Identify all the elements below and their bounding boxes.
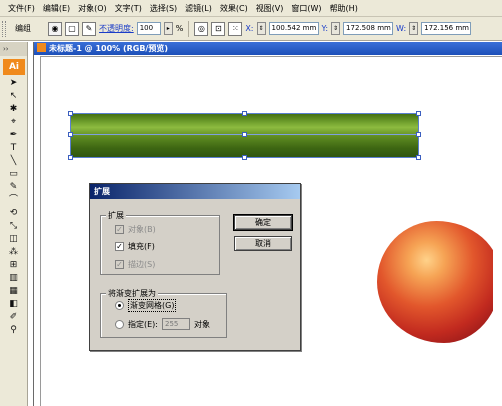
object-checkbox[interactable]: ✓ [115, 225, 124, 234]
artboard-edge-horizontal [40, 56, 502, 57]
handle-bottom-center[interactable] [242, 155, 247, 160]
stroke-checkbox-label: 描边(S) [128, 260, 156, 269]
illustrator-logo: Ai [3, 59, 25, 75]
x-spinner-icon[interactable]: ⇕ [256, 22, 266, 35]
align-icon[interactable]: ⊡ [211, 21, 226, 36]
dialog-title[interactable]: 扩展 [90, 184, 300, 199]
tools-panel: ›› Ai ➤ ↖ ✱ ⌖ ✒ T ╲ ▭ ✎ ⌒ ⟲ ⤡ ◫ ⁂ ⊞ ▥ ▦ … [0, 42, 28, 406]
scale-tool-icon[interactable]: ⤡ [4, 220, 24, 233]
x-label: X: [245, 24, 254, 33]
ok-button[interactable]: 确定 [233, 214, 293, 231]
lasso-tool-icon[interactable]: ⌖ [4, 116, 24, 129]
handle-middle-left[interactable] [68, 132, 73, 137]
handle-top-left[interactable] [68, 111, 73, 116]
menu-help[interactable]: 帮助(H) [326, 3, 362, 14]
menu-effect[interactable]: 效果(C) [216, 3, 252, 14]
opacity-dropdown-icon[interactable]: ▸ [163, 22, 173, 35]
control-bar: 编组 ◉ ▢ ✎ 不透明度: 100 ▸ % ◎ ⊡ ⁙ X: ⇕ 100.54… [0, 17, 502, 41]
menu-bar: 文件(F) 编辑(E) 对象(O) 文字(T) 选择(S) 滤镜(L) 效果(C… [0, 0, 502, 17]
document-title: 未标题-1 @ 100% (RGB/预览) [49, 44, 169, 53]
blend-tool-icon[interactable]: ⚲ [4, 324, 24, 337]
handle-top-right[interactable] [416, 111, 421, 116]
w-spinner-icon[interactable]: ⇕ [409, 22, 419, 35]
fill-swatch-icon[interactable]: ◉ [48, 21, 62, 36]
gradient-mesh-radio[interactable] [115, 301, 124, 310]
paintbrush-tool-icon[interactable]: ✎ [4, 181, 24, 194]
style-icon[interactable]: ◎ [194, 21, 209, 36]
rectangle-tool-icon[interactable]: ▭ [4, 168, 24, 181]
type-tool-icon[interactable]: T [4, 142, 24, 155]
stroke-swatch-icon[interactable]: ▢ [65, 21, 79, 36]
menu-view[interactable]: 视图(V) [252, 3, 288, 14]
gradient-expand-group-label: 将渐变扩展为 [106, 288, 158, 299]
pen-tool-icon[interactable]: ✒ [4, 129, 24, 142]
specify-objects-input[interactable]: 255 [162, 318, 190, 330]
x-input[interactable]: 100.542 mm [268, 22, 319, 35]
eyedropper-tool-icon[interactable]: ✐ [4, 311, 24, 324]
y-label: Y: [321, 24, 329, 33]
handle-middle-right[interactable] [416, 132, 421, 137]
fill-checkbox-row: ✓ 填充(F) [115, 241, 155, 252]
direct-selection-tool-icon[interactable]: ↖ [4, 90, 24, 103]
stroke-checkbox[interactable]: ✓ [115, 260, 124, 269]
column-graph-tool-icon[interactable]: ▥ [4, 272, 24, 285]
menu-window[interactable]: 窗口(W) [287, 3, 325, 14]
mesh-tool-icon[interactable]: ⊞ [4, 259, 24, 272]
reference-point-icon[interactable]: ⁙ [228, 21, 243, 36]
specify-radio-label: 指定(E): [128, 319, 158, 329]
menu-object[interactable]: 对象(O) [74, 3, 111, 14]
menu-edit[interactable]: 编辑(E) [39, 3, 74, 14]
opacity-input[interactable]: 100 [136, 22, 161, 35]
rotate-tool-icon[interactable]: ⟲ [4, 207, 24, 220]
magic-wand-tool-icon[interactable]: ✱ [4, 103, 24, 116]
document-icon [37, 43, 46, 52]
window-edge [493, 221, 502, 351]
selection-type-label: 编组 [15, 24, 31, 33]
brush-icon[interactable]: ✎ [82, 21, 96, 36]
menu-type[interactable]: 文字(T) [111, 3, 146, 14]
menu-select[interactable]: 选择(S) [146, 3, 181, 14]
specify-unit-label: 对象 [194, 319, 210, 329]
expand-group-label: 扩展 [106, 210, 126, 221]
divider [188, 20, 190, 37]
handle-bottom-right[interactable] [416, 155, 421, 160]
fill-checkbox-label: 填充(F) [128, 242, 155, 251]
handle-center[interactable] [242, 132, 247, 137]
menu-file[interactable]: 文件(F) [4, 3, 39, 14]
gradient-tool-icon[interactable]: ◧ [4, 298, 24, 311]
specify-radio-row: 指定(E): 255 对象 [115, 318, 210, 330]
gradient-mesh-radio-row: 渐变网格(G) [115, 299, 177, 312]
specify-radio[interactable] [115, 319, 124, 329]
y-input[interactable]: 172.508 mm [343, 22, 394, 35]
gradient-mesh-radio-label: 渐变网格(G) [128, 299, 177, 312]
warp-tool-icon[interactable]: ◫ [4, 233, 24, 246]
object-checkbox-label: 对象(B) [128, 225, 156, 234]
symbol-sprayer-tool-icon[interactable]: ⁂ [4, 246, 24, 259]
selection-tool-icon[interactable]: ➤ [4, 77, 24, 90]
line-tool-icon[interactable]: ╲ [4, 155, 24, 168]
cancel-button[interactable]: 取消 [234, 236, 292, 251]
pencil-tool-icon[interactable]: ⌒ [4, 194, 24, 207]
handle-top-center[interactable] [242, 111, 247, 116]
w-input[interactable]: 172.156 mm [421, 22, 472, 35]
object-checkbox-row: ✓ 对象(B) [115, 224, 156, 235]
opacity-link[interactable]: 不透明度: [99, 23, 134, 34]
opacity-unit: % [175, 24, 184, 33]
w-label: W: [396, 24, 407, 33]
y-spinner-icon[interactable]: ⇕ [331, 22, 341, 35]
stroke-checkbox-row: ✓ 描边(S) [115, 259, 155, 270]
tools-panel-header[interactable]: ›› [0, 42, 27, 56]
fill-checkbox[interactable]: ✓ [115, 242, 124, 251]
handle-bottom-left[interactable] [68, 155, 73, 160]
expand-dialog: 扩展 扩展 ✓ 对象(B) ✓ 填充(F) ✓ 描边(S) 将渐变扩展为 渐变网… [89, 183, 301, 351]
peach-illustration[interactable] [377, 221, 501, 343]
gradient-mesh-tool-icon[interactable]: ▦ [4, 285, 24, 298]
document-title-bar[interactable]: 未标题-1 @ 100% (RGB/预览) [34, 42, 502, 55]
menu-filter[interactable]: 滤镜(L) [181, 3, 216, 14]
tool-list: ➤ ↖ ✱ ⌖ ✒ T ╲ ▭ ✎ ⌒ ⟲ ⤡ ◫ ⁂ ⊞ ▥ ▦ ◧ ✐ ⚲ [0, 77, 27, 337]
control-bar-grip[interactable] [2, 20, 6, 37]
artboard-edge-vertical [40, 56, 41, 406]
